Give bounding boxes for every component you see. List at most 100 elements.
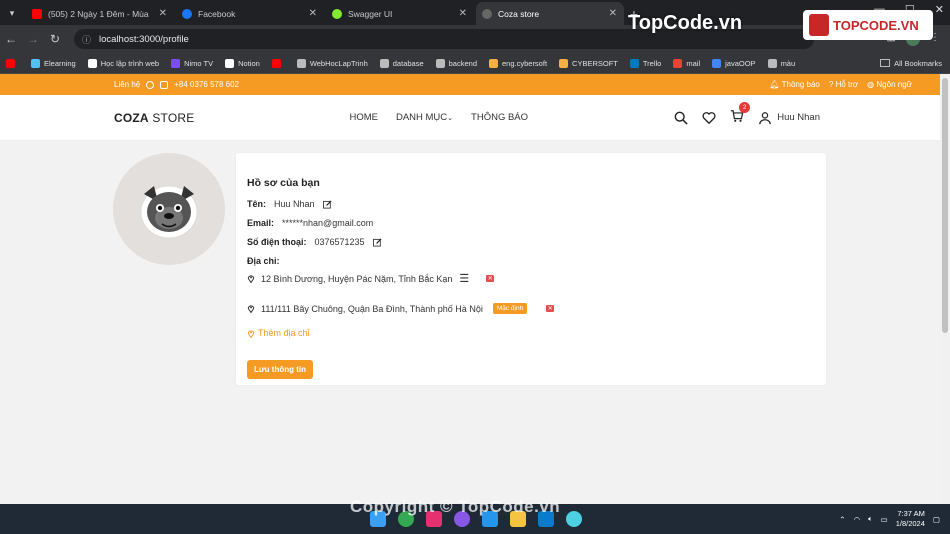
site-info-icon[interactable]: ⓘ: [82, 33, 91, 46]
bookmark-item[interactable]: backend: [435, 58, 477, 68]
back-icon[interactable]: ←: [0, 32, 22, 46]
bookmark-label: CYBERSOFT: [572, 58, 618, 68]
bookmarks-bar: Elearning Học lập trình web Nimo TV Notion W…: [0, 53, 950, 74]
phone-label: Số điện thoại:: [247, 237, 307, 247]
location-pin-icon: [247, 329, 255, 338]
bookmark-item[interactable]: WebHocLapTrinh: [296, 58, 368, 68]
email-value: ******nhan@gmail.com: [282, 218, 374, 228]
all-bookmarks[interactable]: All Bookmarks: [880, 59, 950, 68]
browser-tab-facebook[interactable]: Facebook ✕: [176, 2, 324, 25]
page-scrollbar[interactable]: [940, 74, 950, 504]
bookmark-item[interactable]: CYBERSOFT: [559, 58, 618, 68]
bookmark-icon: [629, 58, 639, 68]
bookmark-label: backend: [448, 58, 477, 68]
bookmark-item[interactable]: [271, 58, 285, 68]
logo-rest: STORE: [148, 110, 195, 125]
help-link[interactable]: ? Hỗ trợ: [829, 80, 858, 89]
bookmark-item[interactable]: javaOOP: [712, 58, 756, 68]
browser-tab-swagger[interactable]: Swagger UI ✕: [326, 2, 474, 25]
watermark-text: TopCode.vn: [628, 12, 743, 34]
add-address-link[interactable]: Thêm địa chỉ: [247, 328, 815, 338]
bookmark-item[interactable]: Trello: [629, 58, 662, 68]
close-window-icon[interactable]: ✕: [935, 3, 944, 16]
delete-address-icon[interactable]: ✕: [546, 305, 555, 312]
bookmark-item[interactable]: [6, 58, 19, 68]
bookmark-icon: [489, 58, 498, 68]
bookmark-item[interactable]: eng.cybersoft: [489, 58, 547, 68]
save-profile-button[interactable]: Lưu thông tin: [247, 360, 313, 379]
bookmark-label: Nimo TV: [184, 58, 214, 68]
scrollbar-thumb[interactable]: [942, 78, 948, 333]
user-icon: [759, 111, 772, 124]
browser-tab-coza[interactable]: Coza store ✕: [476, 2, 624, 25]
cart-count-badge: 2: [739, 102, 751, 113]
profile-card: Hồ sơ của bạn Tên: Huu Nhan Email: *****…: [236, 153, 826, 385]
facebook-icon[interactable]: [146, 80, 155, 89]
site-logo[interactable]: COZA STORE: [114, 111, 194, 125]
bell-icon: 🔔︎: [769, 80, 780, 89]
address-item: 111/111 Bãy Chuông, Quận Ba Đình, Thành …: [247, 303, 815, 314]
edit-phone-icon[interactable]: [372, 237, 382, 247]
battery-icon[interactable]: ▭: [881, 515, 888, 524]
user-menu[interactable]: Huu Nhan: [758, 111, 820, 125]
notify-link[interactable]: 🔔︎ Thông báo: [769, 80, 820, 89]
bookmark-item[interactable]: Elearning: [31, 58, 76, 68]
forward-icon[interactable]: →: [22, 32, 44, 46]
edit-name-icon[interactable]: [322, 199, 332, 209]
language-link[interactable]: ◍ Ngôn ngữ: [867, 80, 912, 89]
bookmark-icon: [87, 58, 97, 68]
browser-tab-youtube[interactable]: (505) 2 Ngày 1 Đêm - Mùa ✕: [26, 2, 174, 25]
bookmark-item[interactable]: Notion: [225, 58, 260, 68]
heart-icon[interactable]: [702, 111, 716, 125]
bookmark-label: WebHocLapTrinh: [309, 58, 368, 68]
location-pin-icon: [247, 305, 255, 313]
search-icon[interactable]: [674, 111, 688, 125]
default-badge: Mặc định: [492, 303, 528, 314]
notification-icon[interactable]: ▢: [933, 515, 940, 524]
profile-avatar[interactable]: [113, 153, 225, 265]
name-row: Tên: Huu Nhan: [247, 199, 815, 209]
menu-notifications[interactable]: THÔNG BÁO: [471, 112, 528, 123]
tab-search-button[interactable]: ▾: [0, 2, 24, 25]
close-icon[interactable]: ✕: [159, 8, 167, 19]
bookmark-label: Trello: [642, 58, 662, 68]
cart-button[interactable]: 2: [730, 102, 751, 126]
close-icon[interactable]: ✕: [459, 8, 467, 19]
bookmark-icon: [767, 58, 777, 68]
bookmark-icon: [435, 58, 445, 68]
close-icon[interactable]: ✕: [609, 8, 617, 19]
contact-link[interactable]: Liên hệ: [114, 80, 140, 89]
name-label: Tên:: [247, 199, 266, 209]
menu-categories-label: DANH MỤC: [395, 112, 448, 123]
set-default-menu-icon[interactable]: ☰: [459, 272, 469, 285]
chevron-up-icon[interactable]: ⌃: [839, 515, 845, 524]
bookmark-item[interactable]: màu: [767, 58, 795, 68]
bookmark-item[interactable]: database: [379, 58, 424, 68]
instagram-icon[interactable]: [160, 80, 169, 89]
header-actions: 2 Huu Nhan: [674, 102, 820, 126]
clock-date: 1/8/2024: [895, 519, 925, 528]
wifi-icon[interactable]: ◠: [854, 515, 861, 524]
delete-address-icon[interactable]: ✕: [486, 275, 495, 282]
close-icon[interactable]: ✕: [309, 8, 317, 19]
bookmark-label: Học lập trình web: [100, 58, 160, 68]
bookmark-item[interactable]: mail: [673, 58, 701, 68]
site-header: COZA STORE HOME DANH MỤC⌄ THÔNG BÁO 2 Hu…: [0, 95, 940, 141]
watermark-logo: TOPCODE.VN: [803, 10, 933, 40]
bookmark-item[interactable]: Học lập trình web: [87, 58, 160, 68]
clock[interactable]: 7:37 AM 1/8/2024: [896, 509, 925, 529]
app-icon[interactable]: [566, 511, 582, 527]
menu-home[interactable]: HOME: [349, 112, 378, 123]
watermark-copyright: Copyright © TopCode.vn: [350, 497, 561, 516]
volume-icon[interactable]: 🔈︎: [868, 514, 873, 524]
bookmark-label: mail: [686, 58, 701, 68]
bookmark-label: Elearning: [44, 58, 76, 68]
bookmark-item[interactable]: Nimo TV: [171, 58, 214, 68]
reload-icon[interactable]: ↻: [44, 32, 66, 46]
phone-value: 0376571235: [314, 237, 365, 247]
email-label: Email:: [247, 218, 275, 228]
tab-title: (505) 2 Ngày 1 Đêm - Mùa: [48, 8, 149, 19]
bookmark-icon: [31, 58, 40, 68]
bookmark-label: Notion: [238, 58, 260, 68]
menu-categories[interactable]: DANH MỤC⌄: [396, 112, 453, 123]
